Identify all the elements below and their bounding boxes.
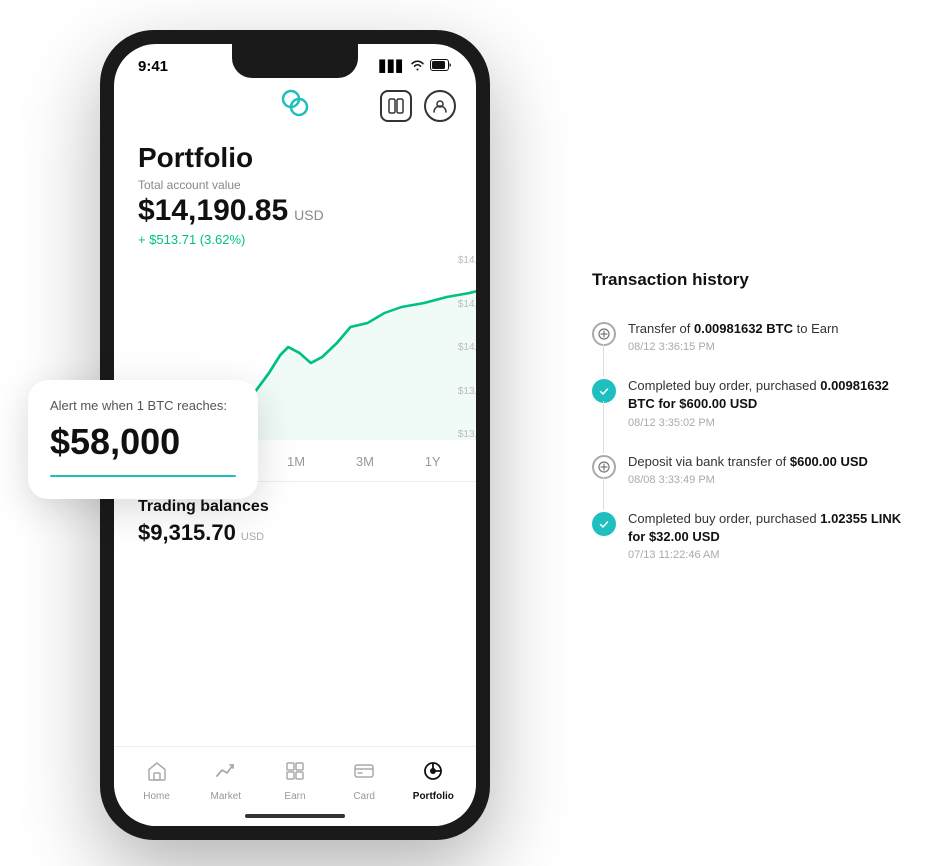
- nav-earn[interactable]: Earn: [270, 760, 320, 802]
- alert-card: Alert me when 1 BTC reaches: $58,000: [28, 380, 258, 499]
- tx-icon-completed: [592, 512, 616, 536]
- alert-label: Alert me when 1 BTC reaches:: [50, 398, 236, 413]
- panel-toggle-button[interactable]: [380, 90, 412, 122]
- home-indicator: [245, 814, 345, 818]
- total-value: $14,190.85 USD: [138, 194, 452, 228]
- trading-amount: $9,315.70: [138, 520, 236, 546]
- alert-underline: [50, 475, 236, 477]
- time-filter-1m[interactable]: 1M: [279, 450, 313, 473]
- total-amount: $14,190.85: [138, 194, 288, 228]
- chart-label-4: $13,900: [458, 386, 476, 397]
- app-header: [114, 79, 476, 132]
- tx-desc: Transfer of 0.00981632 BTC to Earn: [628, 320, 902, 338]
- chart-label-1: $14,200: [458, 255, 476, 266]
- portfolio-icon: [422, 760, 444, 788]
- time-filter-3m[interactable]: 3M: [348, 450, 382, 473]
- tx-time: 08/08 3:33:49 PM: [628, 474, 902, 486]
- tx-desc: Deposit via bank transfer of $600.00 USD: [628, 453, 902, 471]
- tx-desc: Completed buy order, purchased 0.0098163…: [628, 377, 902, 413]
- trading-title: Trading balances: [138, 498, 452, 516]
- tx-icon-deposit: [592, 455, 616, 479]
- market-icon: [215, 760, 237, 788]
- transaction-panel: Transaction history Transfer of 0.009816…: [592, 270, 902, 573]
- nav-card[interactable]: Card: [339, 760, 389, 802]
- card-icon: [353, 760, 375, 788]
- transaction-item: Deposit via bank transfer of $600.00 USD…: [592, 441, 902, 498]
- earn-icon: [284, 760, 306, 788]
- nav-market[interactable]: Market: [201, 760, 251, 802]
- transaction-list: Transfer of 0.00981632 BTC to Earn 08/12…: [592, 308, 902, 573]
- nav-portfolio[interactable]: Portfolio: [408, 760, 458, 802]
- total-currency: USD: [294, 207, 324, 223]
- transaction-item: Completed buy order, purchased 1.02355 L…: [592, 498, 902, 573]
- tx-icon-completed: [592, 379, 616, 403]
- home-icon: [146, 760, 168, 788]
- portfolio-title: Portfolio: [138, 142, 452, 174]
- signal-icon: ▋▋▋: [380, 60, 405, 73]
- transaction-item: Completed buy order, purchased 0.0098163…: [592, 365, 902, 440]
- total-label: Total account value: [138, 178, 452, 192]
- tx-body: Completed buy order, purchased 1.02355 L…: [628, 510, 902, 561]
- portfolio-content: Portfolio Total account value $14,190.85…: [114, 132, 476, 247]
- transaction-item: Transfer of 0.00981632 BTC to Earn 08/12…: [592, 308, 902, 365]
- nav-home-label: Home: [143, 791, 170, 802]
- nav-earn-label: Earn: [284, 791, 305, 802]
- tx-time: 08/12 3:36:15 PM: [628, 341, 902, 353]
- alert-value: $58,000: [50, 421, 236, 463]
- chart-label-3: $14,000: [458, 342, 476, 353]
- status-time: 9:41: [138, 58, 168, 75]
- chart-label-2: $14,100: [458, 299, 476, 310]
- tx-time: 07/13 11:22:46 AM: [628, 549, 902, 561]
- chart-labels: $14,200 $14,100 $14,000 $13,900 $13,800: [458, 255, 476, 440]
- tx-body: Deposit via bank transfer of $600.00 USD…: [628, 453, 902, 486]
- battery-icon: [430, 59, 452, 74]
- nav-portfolio-label: Portfolio: [413, 791, 454, 802]
- notch: [232, 44, 358, 78]
- trading-value: $9,315.70 USD: [138, 520, 452, 546]
- nav-home[interactable]: Home: [132, 760, 182, 802]
- tx-body: Transfer of 0.00981632 BTC to Earn 08/12…: [628, 320, 902, 353]
- total-change: + $513.71 (3.62%): [138, 232, 452, 247]
- nav-card-label: Card: [353, 791, 375, 802]
- trading-currency: USD: [241, 531, 264, 543]
- profile-button[interactable]: [424, 90, 456, 122]
- tx-desc: Completed buy order, purchased 1.02355 L…: [628, 510, 902, 546]
- tx-time: 08/12 3:35:02 PM: [628, 417, 902, 429]
- transaction-title: Transaction history: [592, 270, 902, 290]
- tx-body: Completed buy order, purchased 0.0098163…: [628, 377, 902, 428]
- wifi-icon: [410, 59, 425, 74]
- nav-market-label: Market: [211, 791, 242, 802]
- status-icons: ▋▋▋: [380, 59, 452, 74]
- scene: 9:41 ▋▋▋: [0, 0, 932, 866]
- chart-label-5: $13,800: [458, 429, 476, 440]
- app-logo: [277, 85, 313, 126]
- tx-icon-transfer: [592, 322, 616, 346]
- header-icons: [380, 90, 456, 122]
- time-filter-1y[interactable]: 1Y: [417, 450, 449, 473]
